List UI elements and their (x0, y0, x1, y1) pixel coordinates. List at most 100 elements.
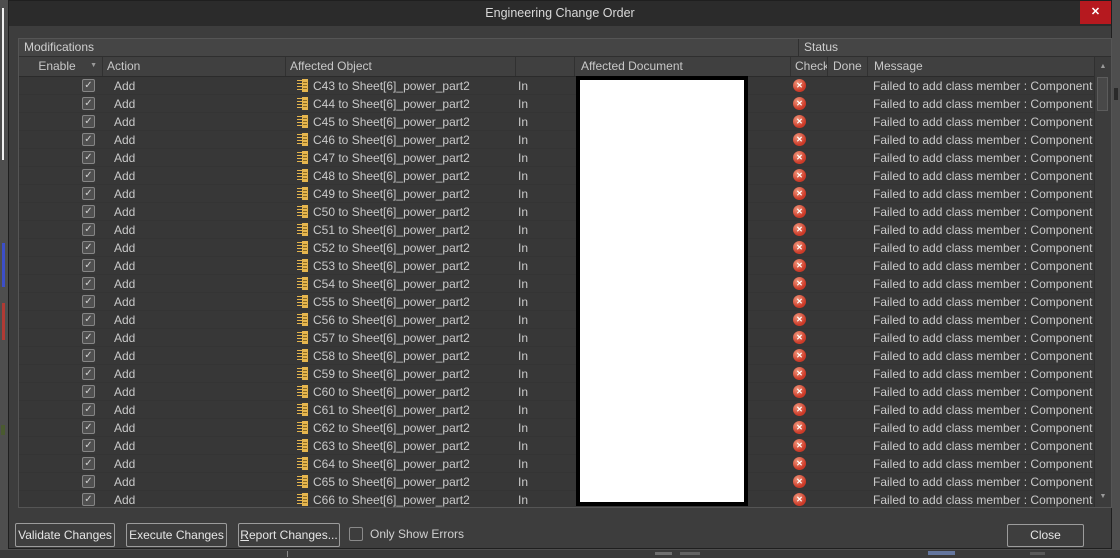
table-row[interactable]: ✓ Add C50 to Sheet[6]_power_part2 In ✕ F… (19, 203, 1094, 221)
table-row[interactable]: ✓ Add C64 to Sheet[6]_power_part2 In ✕ F… (19, 455, 1094, 473)
enable-checkbox[interactable]: ✓ (82, 277, 95, 290)
enable-checkbox[interactable]: ✓ (82, 151, 95, 164)
enable-checkbox[interactable]: ✓ (82, 475, 95, 488)
validate-changes-button[interactable]: Validate Changes (15, 523, 115, 547)
table-row[interactable]: ✓ Add C65 to Sheet[6]_power_part2 In ✕ F… (19, 473, 1094, 491)
component-icon (297, 223, 309, 236)
enable-checkbox[interactable]: ✓ (82, 439, 95, 452)
close-icon[interactable]: ✕ (1080, 1, 1111, 24)
enable-checkbox[interactable]: ✓ (82, 187, 95, 200)
action-label: Add (114, 240, 136, 255)
affected-document-overlay (576, 76, 748, 506)
column-header-affected-object[interactable]: Affected Object (285, 57, 515, 76)
table-row[interactable]: ✓ Add C45 to Sheet[6]_power_part2 In ✕ F… (19, 113, 1094, 131)
table-row[interactable]: ✓ Add C66 to Sheet[6]_power_part2 In ✕ F… (19, 491, 1094, 507)
scrollbar-thumb[interactable] (1097, 77, 1108, 111)
table-row[interactable]: ✓ Add C61 to Sheet[6]_power_part2 In ✕ F… (19, 401, 1094, 419)
enable-checkbox[interactable]: ✓ (82, 169, 95, 182)
table-row[interactable]: ✓ Add C56 to Sheet[6]_power_part2 In ✕ F… (19, 311, 1094, 329)
table-row[interactable]: ✓ Add C58 to Sheet[6]_power_part2 In ✕ F… (19, 347, 1094, 365)
table-row[interactable]: ✓ Add C46 to Sheet[6]_power_part2 In ✕ F… (19, 131, 1094, 149)
scope-label: In (518, 96, 529, 111)
table-row[interactable]: ✓ Add C53 to Sheet[6]_power_part2 In ✕ F… (19, 257, 1094, 275)
enable-checkbox[interactable]: ✓ (82, 367, 95, 380)
table-row[interactable]: ✓ Add C59 to Sheet[6]_power_part2 In ✕ F… (19, 365, 1094, 383)
dialog-title: Engineering Change Order (485, 6, 635, 20)
scope-label: In (518, 132, 529, 147)
table-row[interactable]: ✓ Add C63 to Sheet[6]_power_part2 In ✕ F… (19, 437, 1094, 455)
scope-cell: In (515, 203, 574, 220)
enable-header-label: Enable (38, 59, 76, 73)
close-button[interactable]: Close (1007, 524, 1084, 547)
enable-checkbox[interactable]: ✓ (82, 97, 95, 110)
enable-checkbox[interactable]: ✓ (82, 457, 95, 470)
column-header-affected-document[interactable]: Affected Document (574, 57, 790, 76)
enable-checkbox[interactable]: ✓ (82, 205, 95, 218)
report-changes-button[interactable]: Report Changes... (238, 523, 340, 547)
enable-checkbox[interactable]: ✓ (82, 79, 95, 92)
column-header-scope[interactable] (515, 57, 574, 76)
enable-checkbox[interactable]: ✓ (82, 349, 95, 362)
action-cell: Add (102, 365, 285, 382)
column-header-check[interactable]: Check (790, 57, 827, 76)
table-row[interactable]: ✓ Add C54 to Sheet[6]_power_part2 In ✕ F… (19, 275, 1094, 293)
scope-cell: In (515, 401, 574, 418)
enable-checkbox[interactable]: ✓ (82, 331, 95, 344)
component-icon (297, 169, 309, 182)
enable-checkbox[interactable]: ✓ (82, 385, 95, 398)
enable-checkbox[interactable]: ✓ (82, 421, 95, 434)
message-cell: Failed to add class member : Component (867, 437, 1094, 454)
table-row[interactable]: ✓ Add C48 to Sheet[6]_power_part2 In ✕ F… (19, 167, 1094, 185)
table-row[interactable]: ✓ Add C57 to Sheet[6]_power_part2 In ✕ F… (19, 329, 1094, 347)
table-row[interactable]: ✓ Add C51 to Sheet[6]_power_part2 In ✕ F… (19, 221, 1094, 239)
enable-checkbox[interactable]: ✓ (82, 259, 95, 272)
error-icon: ✕ (793, 259, 806, 272)
scope-cell: In (515, 77, 574, 94)
enable-checkbox[interactable]: ✓ (82, 295, 95, 308)
execute-changes-button[interactable]: Execute Changes (126, 523, 227, 547)
scroll-down-icon[interactable]: ▼ (1095, 489, 1111, 505)
scroll-up-icon[interactable]: ▲ (1095, 59, 1111, 75)
action-cell: Add (102, 401, 285, 418)
column-header-enable[interactable]: Enable ▼ (19, 57, 102, 76)
affected-object-cell: C52 to Sheet[6]_power_part2 (285, 239, 515, 256)
table-row[interactable]: ✓ Add C52 to Sheet[6]_power_part2 In ✕ F… (19, 239, 1094, 257)
check-cell: ✕ (790, 131, 827, 148)
table-row[interactable]: ✓ Add C49 to Sheet[6]_power_part2 In ✕ F… (19, 185, 1094, 203)
column-header-message[interactable]: Message (867, 57, 1094, 76)
error-cross-glyph: ✕ (796, 135, 803, 144)
error-cross-glyph: ✕ (796, 423, 803, 432)
table-row[interactable]: ✓ Add C60 to Sheet[6]_power_part2 In ✕ F… (19, 383, 1094, 401)
table-row[interactable]: ✓ Add C43 to Sheet[6]_power_part2 In ✕ F… (19, 77, 1094, 95)
done-cell (827, 293, 867, 310)
message-cell: Failed to add class member : Component (867, 203, 1094, 220)
chevron-down-icon[interactable]: ▼ (90, 62, 97, 70)
action-cell: Add (102, 293, 285, 310)
enable-checkbox[interactable]: ✓ (82, 313, 95, 326)
vertical-scrollbar[interactable]: ▲ ▼ (1094, 57, 1111, 507)
enable-checkbox[interactable]: ✓ (82, 133, 95, 146)
enable-checkbox[interactable]: ✓ (82, 223, 95, 236)
titlebar[interactable]: Engineering Change Order ✕ (9, 1, 1111, 26)
enable-checkbox[interactable]: ✓ (82, 115, 95, 128)
component-icon (297, 367, 309, 380)
checkmark-icon: ✓ (84, 116, 93, 127)
column-header-action[interactable]: Action (102, 57, 285, 76)
error-icon: ✕ (793, 493, 806, 506)
affected-object-cell: C47 to Sheet[6]_power_part2 (285, 149, 515, 166)
message-label: Failed to add class member : Component (873, 366, 1093, 381)
enable-checkbox[interactable]: ✓ (82, 241, 95, 254)
table-row[interactable]: ✓ Add C62 to Sheet[6]_power_part2 In ✕ F… (19, 419, 1094, 437)
enable-checkbox[interactable]: ✓ (82, 493, 95, 506)
only-show-errors-checkbox[interactable] (349, 527, 363, 541)
component-icon (297, 403, 309, 416)
enable-checkbox[interactable]: ✓ (82, 403, 95, 416)
error-icon: ✕ (793, 133, 806, 146)
done-cell (827, 113, 867, 130)
table-row[interactable]: ✓ Add C55 to Sheet[6]_power_part2 In ✕ F… (19, 293, 1094, 311)
check-cell: ✕ (790, 329, 827, 346)
column-header-done[interactable]: Done (827, 57, 867, 76)
done-cell (827, 275, 867, 292)
table-row[interactable]: ✓ Add C44 to Sheet[6]_power_part2 In ✕ F… (19, 95, 1094, 113)
table-row[interactable]: ✓ Add C47 to Sheet[6]_power_part2 In ✕ F… (19, 149, 1094, 167)
